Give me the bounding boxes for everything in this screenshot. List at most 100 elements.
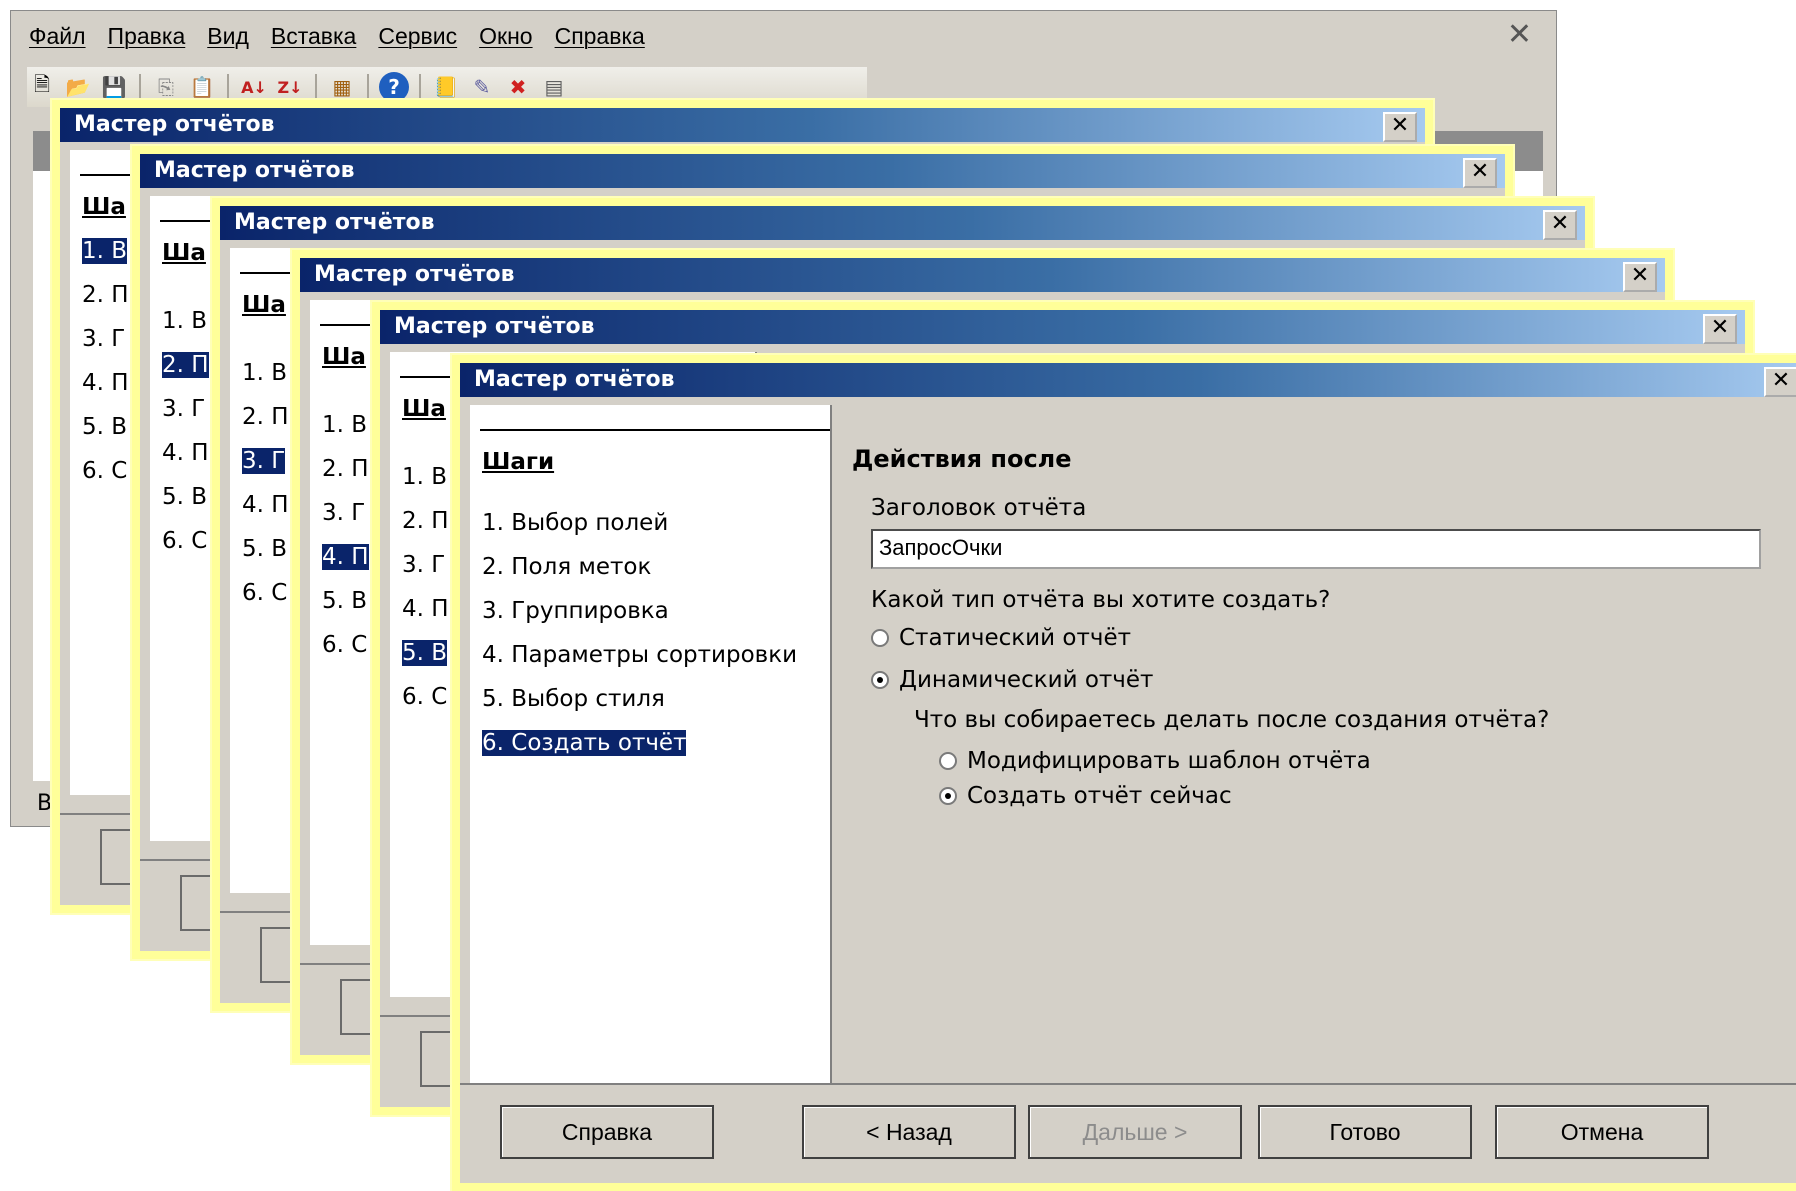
steps-heading: Ша	[322, 344, 366, 370]
step-item[interactable]: 3. Г	[162, 396, 209, 440]
menu-tools[interactable]: Сервис	[378, 23, 457, 53]
toolbar-separator	[315, 74, 317, 100]
dynamic-report-radio[interactable]: Динамический отчёт	[871, 667, 1153, 693]
step-item[interactable]: 2. П	[242, 404, 289, 448]
step-item[interactable]: 3. Г	[82, 326, 129, 370]
close-icon[interactable]: ✕	[1383, 112, 1417, 142]
step-item-select-fields[interactable]: 1. Выбор полей	[482, 510, 797, 554]
menu-view[interactable]: Вид	[207, 23, 249, 53]
step-item[interactable]: 2. П	[82, 282, 129, 326]
step-item[interactable]: 1. В	[242, 360, 289, 404]
new-document-icon[interactable]: 🗎	[27, 72, 57, 102]
close-icon[interactable]: ✕	[1543, 210, 1577, 240]
back-button[interactable]: < Назад	[802, 1105, 1016, 1159]
help-button[interactable]: Справка	[500, 1105, 714, 1159]
menu-insert[interactable]: Вставка	[271, 23, 357, 53]
cancel-button[interactable]: Отмена	[1495, 1105, 1709, 1159]
create-now-radio[interactable]: Создать отчёт сейчас	[939, 783, 1232, 809]
step-item[interactable]: 6. С	[82, 458, 129, 502]
step-item-choose-style[interactable]: 5. Выбор стиля	[482, 686, 797, 730]
step-item[interactable]: 1. В	[322, 412, 369, 456]
menu-window[interactable]: Окно	[479, 23, 532, 53]
app-status-text: В	[37, 791, 53, 816]
report-title-input[interactable]: ЗапросОчки	[871, 529, 1761, 569]
step-item[interactable]: 1. В	[402, 464, 449, 508]
menubar: Файл Правка Вид Вставка Сервис Окно Спра…	[29, 23, 645, 53]
copy-icon[interactable]: ⎘	[151, 72, 181, 102]
paste-icon[interactable]: 📋	[187, 72, 217, 102]
sort-ascending-icon[interactable]: A↓	[239, 72, 269, 102]
rename-icon[interactable]: ▤	[539, 72, 569, 102]
step-item[interactable]: 5. В	[322, 588, 369, 632]
delete-icon[interactable]: ✖	[503, 72, 533, 102]
finish-button[interactable]: Готово	[1258, 1105, 1472, 1159]
step-item[interactable]: 6. С	[402, 684, 449, 728]
step-item[interactable]: 4. П	[402, 596, 449, 640]
dialog-titlebar: Мастер отчётов	[460, 363, 1796, 397]
static-report-radio[interactable]: Статический отчёт	[871, 625, 1131, 651]
report-icon[interactable]: 📒	[431, 72, 461, 102]
panel-title: Действия после	[852, 445, 1072, 473]
app-close-icon[interactable]: ✕	[1507, 17, 1532, 52]
step-item[interactable]: 4. П	[82, 370, 129, 414]
step-item-create-report[interactable]: 6. Создать отчёт	[482, 730, 797, 774]
step-item[interactable]: 1. В	[82, 238, 129, 282]
next-button[interactable]: Дальше >	[1028, 1105, 1242, 1159]
step-item[interactable]: 6. С	[162, 528, 209, 572]
toolbar-separator	[419, 74, 421, 100]
step-item[interactable]: 6. С	[242, 580, 289, 624]
steps-heading: Ша	[162, 240, 206, 266]
step-item[interactable]: 5. В	[82, 414, 129, 458]
step-item[interactable]: 2. П	[322, 456, 369, 500]
step-item[interactable]: 5. В	[162, 484, 209, 528]
steps-heading: Ша	[242, 292, 286, 318]
steps-heading: Ша	[82, 194, 126, 220]
sort-descending-icon[interactable]: Z↓	[275, 72, 305, 102]
dialog-titlebar: Мастер отчётов	[300, 258, 1665, 292]
help-icon[interactable]: ?	[379, 72, 409, 102]
step-item-sort-options[interactable]: 4. Параметры сортировки	[482, 642, 797, 686]
step-item[interactable]: 5. В	[402, 640, 449, 684]
steps-panel: Шаги 1. Выбор полей 2. Поля меток 3. Гру…	[470, 405, 832, 1083]
report-type-question: Какой тип отчёта вы хотите создать?	[871, 587, 1331, 613]
steps-heading: Шаги	[482, 449, 555, 475]
save-icon[interactable]: 💾	[99, 72, 129, 102]
dialog-titlebar: Мастер отчётов	[220, 206, 1585, 240]
close-icon[interactable]: ✕	[1623, 262, 1657, 292]
wizard-dialog-step-6: Мастер отчётов ✕ Шаги 1. Выбор полей 2. …	[452, 355, 1796, 1191]
close-icon[interactable]: ✕	[1703, 314, 1737, 344]
step-item[interactable]: 2. П	[402, 508, 449, 552]
step-item-grouping[interactable]: 3. Группировка	[482, 598, 797, 642]
form-icon[interactable]: ▦	[327, 72, 357, 102]
step-item[interactable]: 3. Г	[322, 500, 369, 544]
dialog-titlebar: Мастер отчётов	[140, 154, 1505, 188]
modify-template-radio[interactable]: Модифицировать шаблон отчёта	[939, 748, 1371, 774]
step-item[interactable]: 6. С	[322, 632, 369, 676]
radio-icon	[871, 629, 889, 647]
open-folder-icon[interactable]: 📂	[63, 72, 93, 102]
divider	[480, 429, 830, 431]
step-item[interactable]: 1. В	[162, 308, 209, 352]
step-item-label-fields[interactable]: 2. Поля меток	[482, 554, 797, 598]
dialog-titlebar: Мастер отчётов	[380, 310, 1745, 344]
report-title-label: Заголовок отчёта	[871, 495, 1087, 521]
toolbar-separator	[367, 74, 369, 100]
options-panel: Действия после Заголовок отчёта ЗапросОч…	[836, 405, 1796, 1083]
dialog-titlebar: Мастер отчётов	[60, 108, 1425, 142]
step-item[interactable]: 3. Г	[242, 448, 289, 492]
divider	[460, 1083, 1796, 1085]
menu-file[interactable]: Файл	[29, 23, 86, 53]
step-item[interactable]: 4. П	[322, 544, 369, 588]
menu-edit[interactable]: Правка	[108, 23, 186, 53]
toolbar-separator	[139, 74, 141, 100]
close-icon[interactable]: ✕	[1764, 367, 1796, 397]
menu-help[interactable]: Справка	[555, 23, 645, 53]
step-item[interactable]: 5. В	[242, 536, 289, 580]
step-item[interactable]: 3. Г	[402, 552, 449, 596]
step-item[interactable]: 4. П	[162, 440, 209, 484]
step-item[interactable]: 4. П	[242, 492, 289, 536]
edit-icon[interactable]: ✎	[467, 72, 497, 102]
step-item[interactable]: 2. П	[162, 352, 209, 396]
radio-icon	[939, 752, 957, 770]
close-icon[interactable]: ✕	[1463, 158, 1497, 188]
